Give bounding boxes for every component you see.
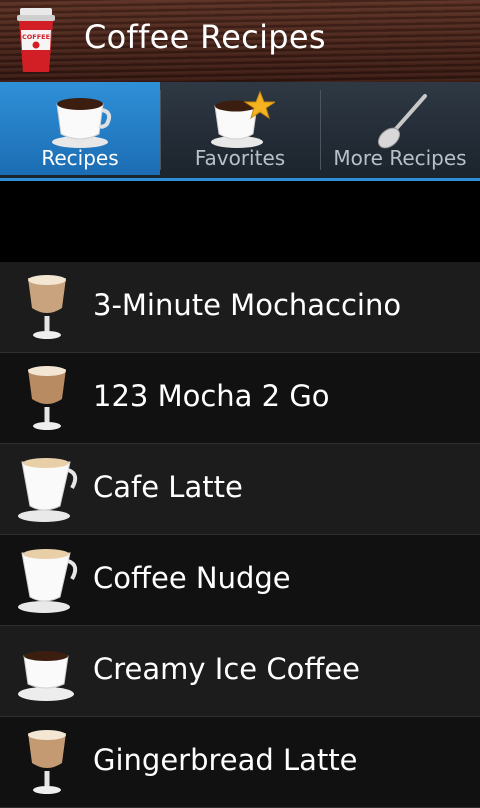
- tab-recipes[interactable]: Recipes: [0, 82, 160, 175]
- list-item[interactable]: Gingerbread Latte: [0, 717, 480, 808]
- goblet-drink-icon: [28, 730, 66, 794]
- goblet-drink-icon: [28, 275, 66, 339]
- tab-label: Favorites: [194, 146, 286, 170]
- coffee-cup-icon: [52, 98, 112, 148]
- tab-label: Recipes: [41, 146, 119, 170]
- app-title: Coffee Recipes: [84, 18, 326, 56]
- coffee-to-go-cup-icon: COFFEE: [17, 8, 55, 72]
- tab-bar: Recipes Favorites More Recipes: [0, 82, 480, 181]
- recipe-name: 3-Minute Mochaccino: [93, 288, 402, 322]
- list-item[interactable]: 3-Minute Mochaccino: [0, 262, 480, 353]
- coffee-cup-icon: [18, 651, 74, 701]
- recipe-name: Coffee Nudge: [93, 561, 291, 595]
- recipe-name: Cafe Latte: [93, 470, 243, 504]
- recipe-name: 123 Mocha 2 Go: [93, 379, 330, 413]
- latte-cup-icon: [18, 458, 78, 522]
- tab-label: More Recipes: [333, 146, 467, 170]
- coffee-cup-star-icon: [211, 90, 275, 148]
- recipe-name: Creamy Ice Coffee: [93, 652, 360, 686]
- list-item[interactable]: Coffee Nudge: [0, 535, 480, 626]
- list-item[interactable]: Creamy Ice Coffee: [0, 626, 480, 717]
- tab-more-recipes[interactable]: More Recipes: [320, 82, 480, 175]
- goblet-drink-icon: [28, 366, 66, 430]
- recipe-list: 3-Minute Mochaccino 123 Mocha 2 Go Cafe …: [0, 262, 480, 808]
- latte-cup-icon: [18, 549, 78, 613]
- recipe-name: Gingerbread Latte: [93, 743, 358, 777]
- tab-favorites[interactable]: Favorites: [160, 82, 320, 175]
- list-item[interactable]: 123 Mocha 2 Go: [0, 353, 480, 444]
- list-item[interactable]: Cafe Latte: [0, 444, 480, 535]
- svg-text:COFFEE: COFFEE: [22, 33, 50, 41]
- spoon-icon: [377, 94, 427, 149]
- title-bar: COFFEE Coffee Recipes: [0, 0, 480, 82]
